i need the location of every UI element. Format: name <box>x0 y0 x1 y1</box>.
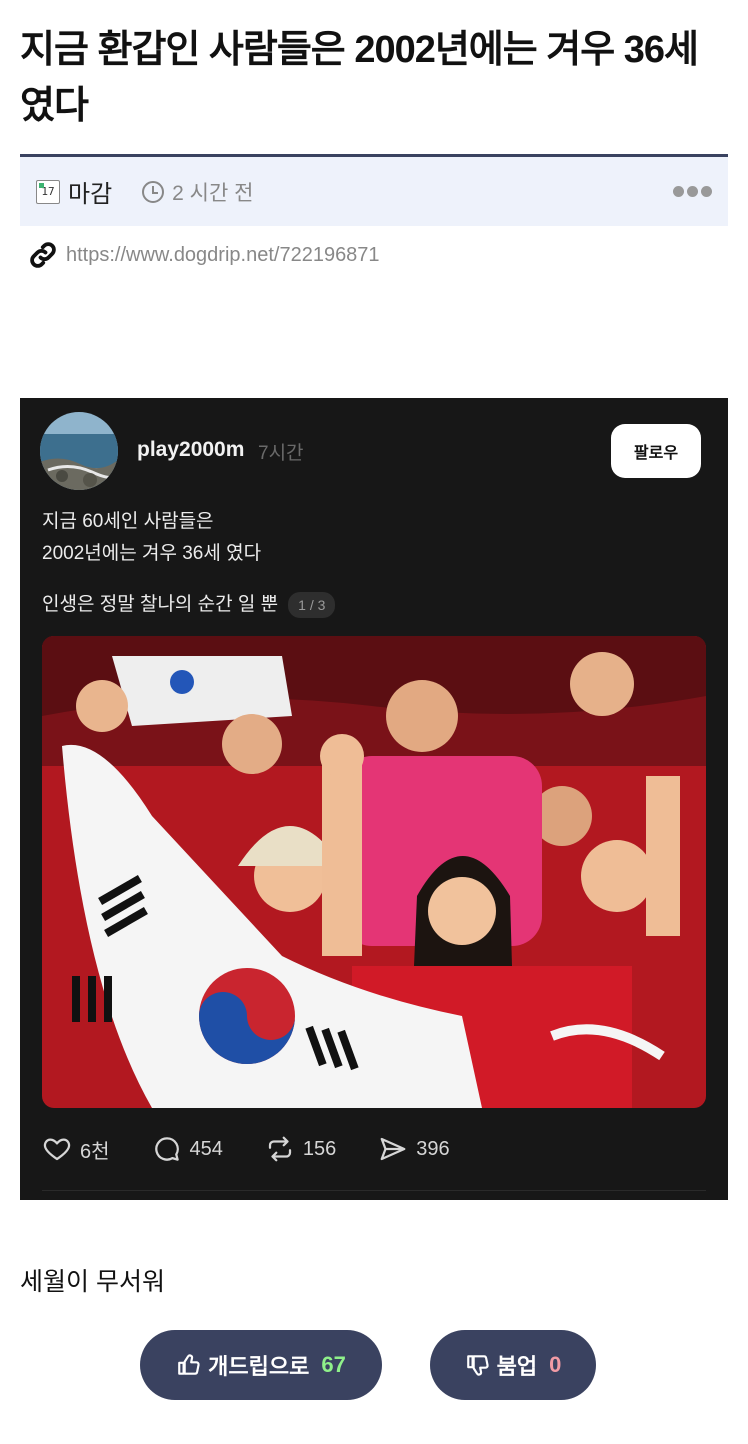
repost-action[interactable]: 156 <box>265 1134 336 1164</box>
post-meta-bar: 17 마감 2 시간 전 <box>20 154 728 226</box>
page-indicator: 1 / 3 <box>288 592 336 618</box>
like-count: 6천 <box>80 1140 110 1163</box>
thumbs-down-icon <box>466 1355 489 1376</box>
downvote-count: 0 <box>549 1352 562 1377</box>
card-divider <box>42 1190 706 1191</box>
comment-count: 454 <box>189 1137 223 1160</box>
follow-button[interactable]: 팔로우 <box>611 424 701 478</box>
like-action[interactable]: 6천 <box>42 1134 110 1164</box>
source-link-row[interactable]: https://www.dogdrip.net/722196871 <box>28 240 380 270</box>
level-badge-icon: 17 <box>36 179 60 204</box>
post-photo[interactable] <box>42 636 706 1108</box>
post-caption: 세월이 무서워 <box>20 1268 165 1296</box>
heart-icon <box>43 1138 71 1161</box>
post-time: 2 시간 전 <box>172 181 254 205</box>
embed-text-block: 지금 60세인 사람들은 2002년에는 겨우 36세 였다 <box>42 506 261 570</box>
embed-text-line: 지금 60세인 사람들은 <box>42 511 214 532</box>
post-title: 지금 환갑인 사람들은 2002년에는 겨우 36세 였다 <box>20 29 699 127</box>
source-url[interactable]: https://www.dogdrip.net/722196871 <box>66 244 380 267</box>
upvote-count: 67 <box>321 1352 346 1377</box>
author-name[interactable]: 마감 <box>68 174 112 209</box>
upvote-label: 개드립으로 <box>208 1354 310 1379</box>
avatar[interactable] <box>40 412 118 490</box>
repost-count: 156 <box>302 1137 337 1160</box>
share-count: 396 <box>416 1137 450 1160</box>
upvote-button[interactable]: 개드립으로 67 <box>140 1330 382 1400</box>
downvote-button[interactable]: 붐업 0 <box>430 1330 596 1400</box>
clock-icon <box>142 180 165 203</box>
more-icon[interactable] <box>673 186 712 197</box>
embed-actions: 6천 454 156 396 <box>42 1134 492 1164</box>
link-icon <box>30 242 56 268</box>
downvote-label: 붐업 <box>496 1354 538 1379</box>
embed-time: 7시간 <box>258 443 304 464</box>
embed-text-line: 2002년에는 겨우 36세 였다 <box>42 543 262 564</box>
share-icon <box>380 1137 406 1161</box>
comment-icon <box>154 1137 179 1161</box>
embed-text-row: 인생은 정말 찰나의 순간 일 뿐 1 / 3 <box>42 589 336 621</box>
embed-username[interactable]: play2000m <box>137 438 244 462</box>
embed-text-line: 인생은 정말 찰나의 순간 일 뿐 <box>42 594 279 615</box>
share-action[interactable]: 396 <box>378 1134 450 1164</box>
comment-action[interactable]: 454 <box>152 1134 223 1164</box>
embedded-post-card: play2000m 7시간 팔로우 지금 60세인 사람들은 2002년에는 겨… <box>20 398 728 1200</box>
repost-icon <box>268 1136 292 1162</box>
thumbs-up-icon <box>178 1354 200 1375</box>
